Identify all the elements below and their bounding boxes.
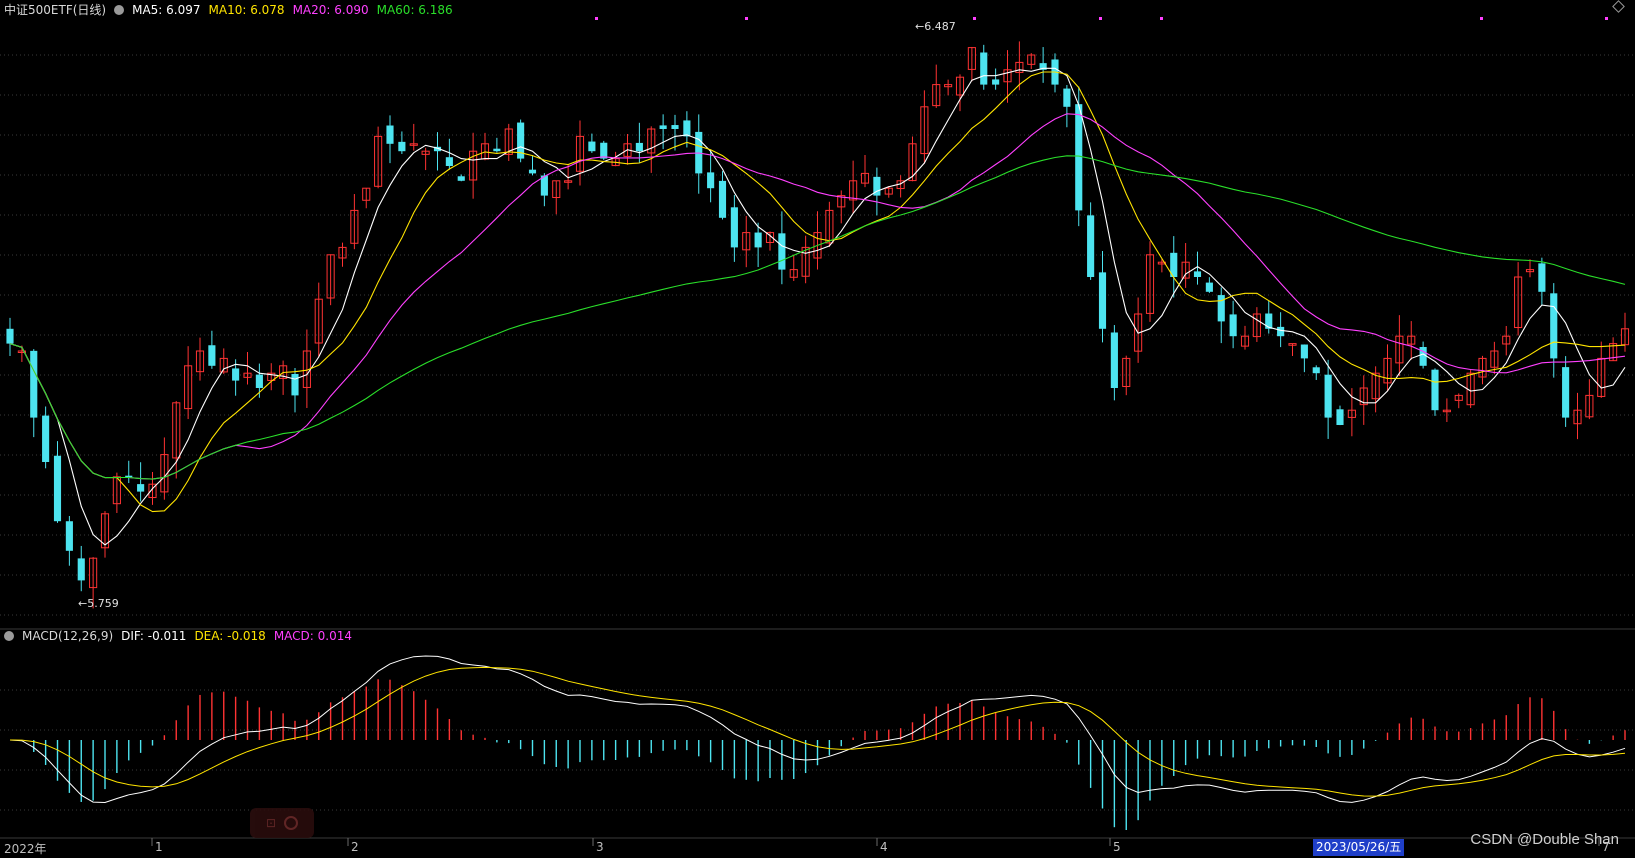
candle-body <box>1075 104 1083 211</box>
candle-body <box>6 328 14 344</box>
candle-body <box>398 141 406 152</box>
event-marker <box>595 17 598 20</box>
candle-body <box>1110 332 1118 388</box>
ma10-line <box>9 71 1626 513</box>
candle-body <box>493 148 501 152</box>
event-marker <box>1605 17 1608 20</box>
ma5-label: MA5: 6.097 <box>132 2 201 17</box>
candle-body <box>1324 374 1332 418</box>
chart-canvas <box>0 17 1635 846</box>
candle-body <box>1312 367 1320 374</box>
candle-body <box>707 172 715 189</box>
candle-body <box>457 176 465 181</box>
candle-body <box>588 141 596 152</box>
candle-body <box>65 521 73 551</box>
candle-body <box>1193 271 1202 277</box>
event-marker <box>1099 17 1102 20</box>
x-label-m5: 5 <box>1113 840 1121 854</box>
candle-body <box>683 120 691 137</box>
price-legend: 中证500ETF(日线) MA5: 6.097 MA10: 6.078 MA20… <box>4 1 453 18</box>
macd-title: MACD(12,26,9) <box>22 629 114 643</box>
x-label-year: 2022年 <box>4 842 47 856</box>
x-label-m4: 4 <box>880 840 888 854</box>
candle-body <box>291 373 299 396</box>
candle-body <box>528 169 537 174</box>
macd-legend: MACD(12,26,9) DIF: -0.011 DEA: -0.018 MA… <box>4 629 352 643</box>
high-annotation: ←6.487 <box>915 20 956 33</box>
candle-body <box>1550 293 1558 359</box>
candle-body <box>1063 88 1071 107</box>
candle-body <box>1336 409 1344 425</box>
instrument-title: 中证500ETF(日线) <box>4 3 107 17</box>
candle-body <box>600 142 608 159</box>
event-marker <box>1480 17 1483 20</box>
candle-body <box>1431 369 1439 411</box>
search-icon <box>284 816 299 830</box>
ma60-line <box>9 155 1626 480</box>
candle-body <box>232 368 240 381</box>
selected-date-badge: 2023/05/26/五 <box>1313 839 1405 856</box>
candle-body <box>53 455 62 522</box>
tool-icon: ⊡ <box>265 816 277 830</box>
ma10-label: MA10: 6.078 <box>208 2 285 17</box>
candle-body <box>77 558 85 581</box>
candle-body <box>255 374 263 388</box>
candle-body <box>1538 263 1546 292</box>
candle-body <box>42 415 50 462</box>
dif-label: DIF: -0.011 <box>121 629 187 643</box>
candle-body <box>778 233 786 270</box>
x-label-m3: 3 <box>596 840 604 854</box>
ma60-label: MA60: 6.186 <box>376 2 453 17</box>
event-marker <box>745 17 748 20</box>
candle-body <box>386 125 394 144</box>
candle-body <box>992 79 1000 85</box>
candle-body <box>1562 367 1570 418</box>
candle-body <box>1098 272 1107 329</box>
candle-body <box>1277 326 1285 337</box>
settings-dot-icon[interactable] <box>114 4 125 15</box>
event-marker <box>973 17 976 20</box>
candlesticks <box>6 41 1630 609</box>
grid-lines <box>0 54 1635 811</box>
candle-body <box>980 52 988 85</box>
low-annotation: ←5.759 <box>78 597 119 610</box>
macd-value-label: MACD: 0.014 <box>273 629 352 643</box>
macd-histogram <box>21 679 1626 830</box>
candle-body <box>754 232 762 248</box>
candle-body <box>730 207 738 248</box>
drawing-tool-button[interactable]: ⊡ <box>250 808 314 838</box>
candle-body <box>1300 344 1308 359</box>
ma5-line <box>9 67 1626 546</box>
event-marker <box>1160 17 1163 20</box>
candle-body <box>671 125 679 129</box>
event-markers <box>595 17 1608 20</box>
watermark: CSDN @Double Shan <box>1470 831 1619 848</box>
candle-body <box>445 157 453 166</box>
candle-body <box>1205 282 1213 292</box>
candle-body <box>208 345 216 366</box>
dea-label: DEA: -0.018 <box>194 629 266 643</box>
ma20-line <box>9 113 1626 480</box>
candle-body <box>635 142 643 152</box>
candle-body <box>1265 313 1273 329</box>
candle-body <box>1229 314 1237 337</box>
candle-body <box>659 125 667 129</box>
candle-body <box>1087 215 1095 277</box>
moving-average-lines <box>9 67 1626 546</box>
candle-body <box>137 484 145 492</box>
macd-lines <box>9 655 1626 804</box>
macd-settings-dot-icon[interactable] <box>4 631 14 641</box>
candle-body <box>30 350 38 418</box>
dif-line <box>9 655 1626 804</box>
x-label-m1: 1 <box>155 840 163 854</box>
candle-body <box>718 180 727 218</box>
x-label-m2: 2 <box>351 840 359 854</box>
ma20-label: MA20: 6.090 <box>292 2 369 17</box>
